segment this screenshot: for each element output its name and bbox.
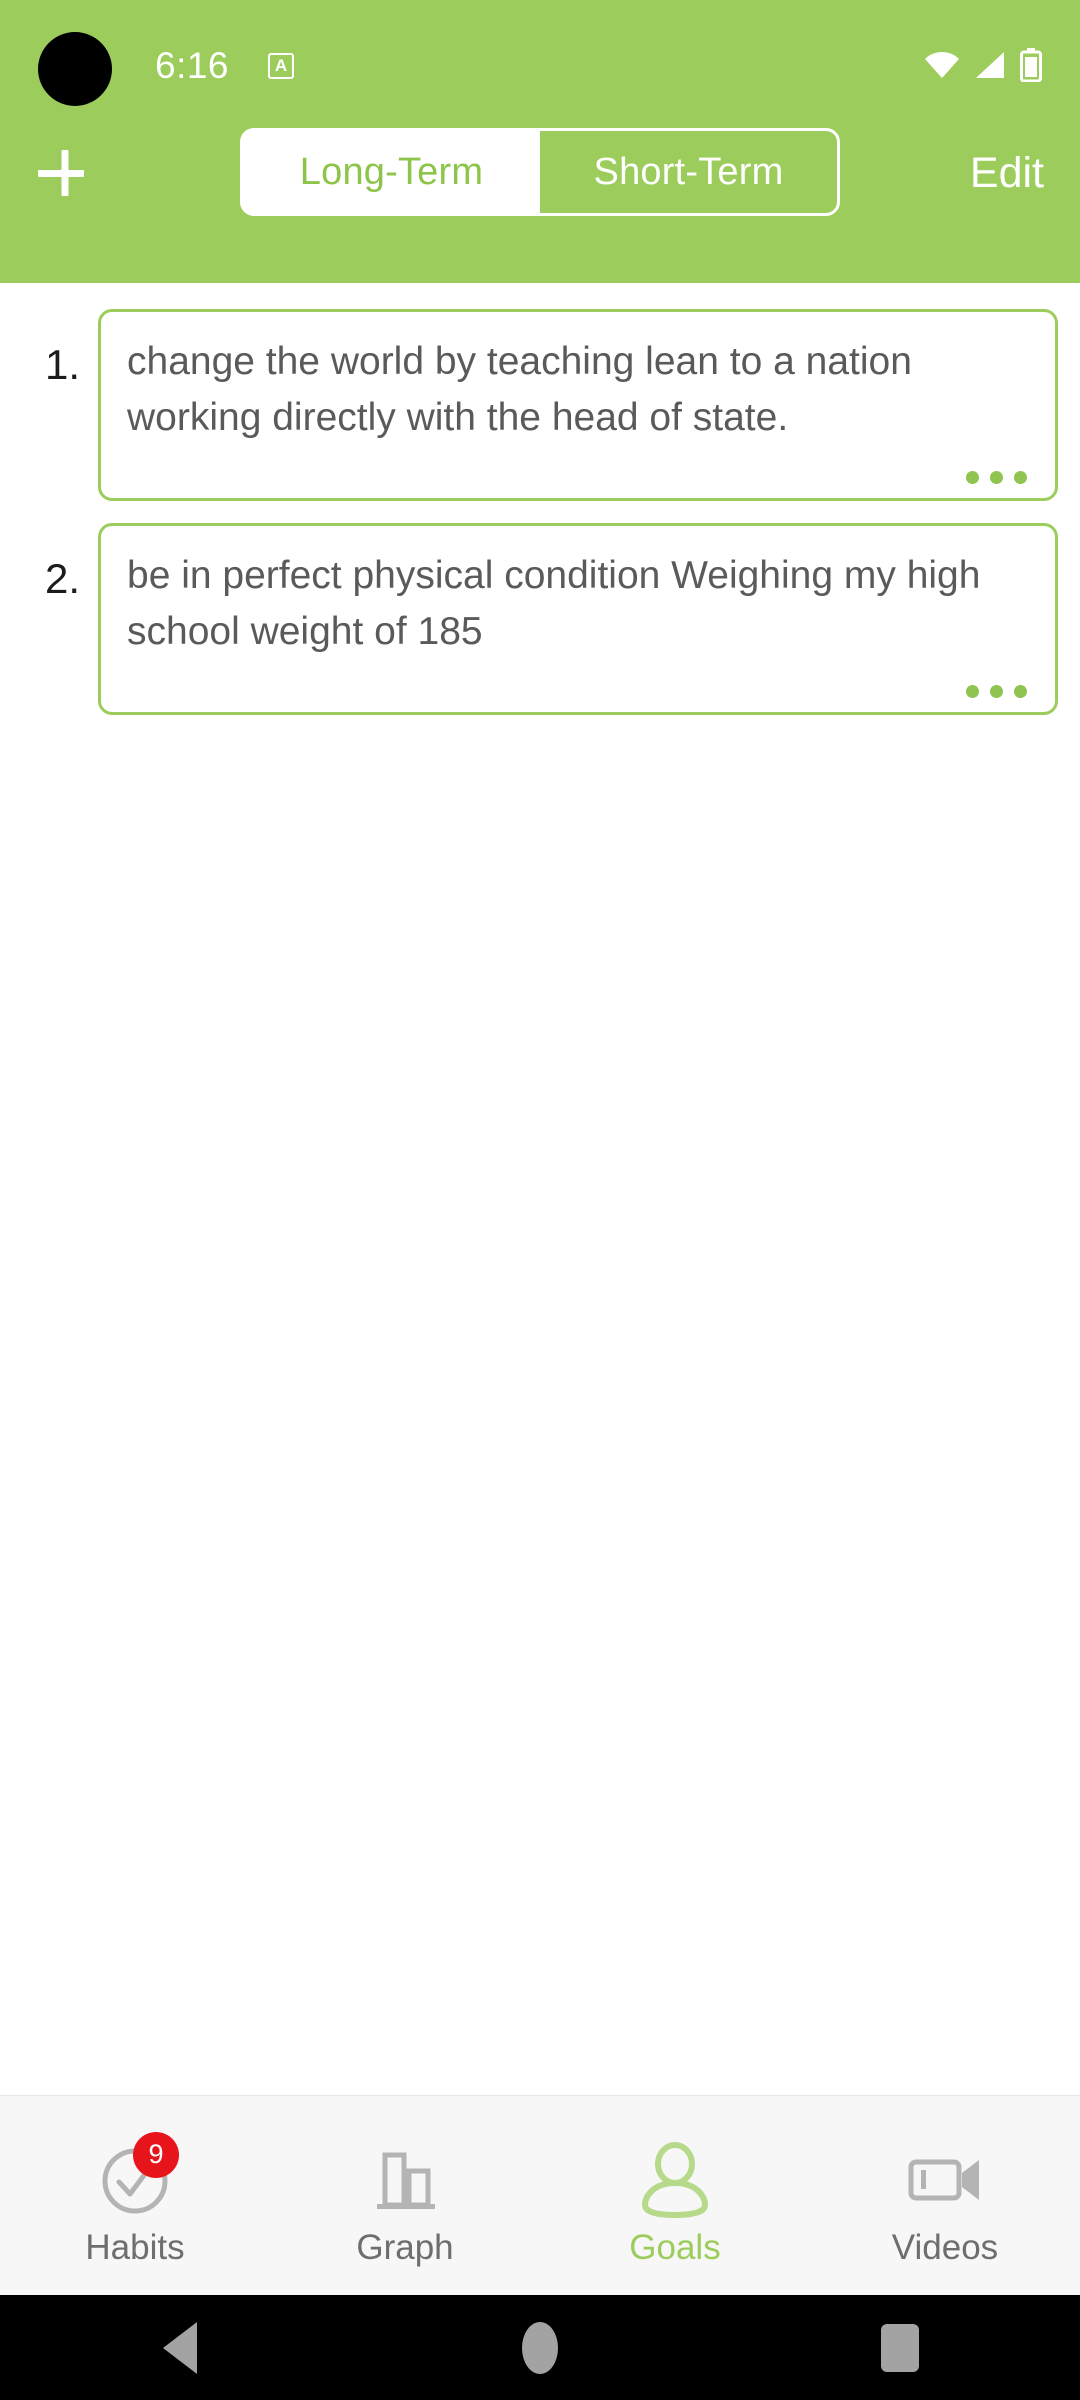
camera-punch-hole xyxy=(38,32,112,106)
tab-label-goals: Goals xyxy=(629,2227,721,2267)
check-circle-icon: 9 xyxy=(97,2131,179,2220)
tab-long-term[interactable]: Long-Term xyxy=(243,131,540,213)
app-screen: 6:16 A Long-Term Short-Term Edit 1. chan… xyxy=(0,0,1080,2400)
system-navigation-bar xyxy=(0,2295,1080,2400)
edit-button[interactable]: Edit xyxy=(970,134,1044,212)
status-bar: 6:16 A xyxy=(0,0,1080,110)
status-clock: 6:16 xyxy=(155,45,230,86)
app-header: 6:16 A Long-Term Short-Term Edit xyxy=(0,0,1080,283)
tab-videos[interactable]: Videos xyxy=(810,2096,1080,2295)
triangle-back-icon xyxy=(163,2321,197,2374)
more-options-icon[interactable] xyxy=(966,471,1027,484)
goal-card[interactable]: be in perfect physical condition Weighin… xyxy=(98,523,1058,715)
goals-list: 1. change the world by teaching lean to … xyxy=(0,283,1080,2095)
tab-label-videos: Videos xyxy=(891,2227,999,2267)
list-item: 2. be in perfect physical condition Weig… xyxy=(0,523,1080,715)
add-goal-button[interactable] xyxy=(22,134,100,212)
goal-text: change the world by teaching lean to a n… xyxy=(127,340,912,439)
tab-short-term[interactable]: Short-Term xyxy=(540,131,837,213)
video-camera-icon xyxy=(905,2138,985,2220)
nav-home-button[interactable] xyxy=(360,2321,720,2374)
goal-index: 1. xyxy=(44,341,80,388)
cellular-signal-icon xyxy=(976,52,1004,78)
list-item: 1. change the world by teaching lean to … xyxy=(0,309,1080,501)
circle-home-icon xyxy=(522,2321,558,2374)
nav-recents-button[interactable] xyxy=(720,2323,1080,2372)
status-icons xyxy=(924,48,1042,82)
nav-back-button[interactable] xyxy=(0,2321,360,2374)
person-icon xyxy=(637,2138,713,2220)
tab-habits[interactable]: 9 Habits xyxy=(0,2096,270,2295)
app-notification-icon: A xyxy=(268,53,294,79)
bar-chart-icon xyxy=(367,2138,443,2220)
goal-index: 2. xyxy=(44,555,80,602)
battery-icon xyxy=(1020,48,1042,82)
goal-type-segmented-control[interactable]: Long-Term Short-Term xyxy=(240,128,840,216)
action-bar: Long-Term Short-Term Edit xyxy=(0,112,1080,232)
tab-label-habits: Habits xyxy=(85,2227,185,2267)
goal-text: be in perfect physical condition Weighin… xyxy=(127,554,981,653)
tab-graph[interactable]: Graph xyxy=(270,2096,540,2295)
tab-label-graph: Graph xyxy=(356,2227,454,2267)
more-options-icon[interactable] xyxy=(966,685,1027,698)
habits-badge: 9 xyxy=(133,2131,179,2178)
tab-goals[interactable]: Goals xyxy=(540,2096,810,2295)
wifi-icon xyxy=(925,51,959,78)
bottom-tab-bar: 9 Habits Graph Goals Videos xyxy=(0,2095,1080,2295)
goal-card[interactable]: change the world by teaching lean to a n… xyxy=(98,309,1058,501)
square-recents-icon xyxy=(881,2323,919,2372)
